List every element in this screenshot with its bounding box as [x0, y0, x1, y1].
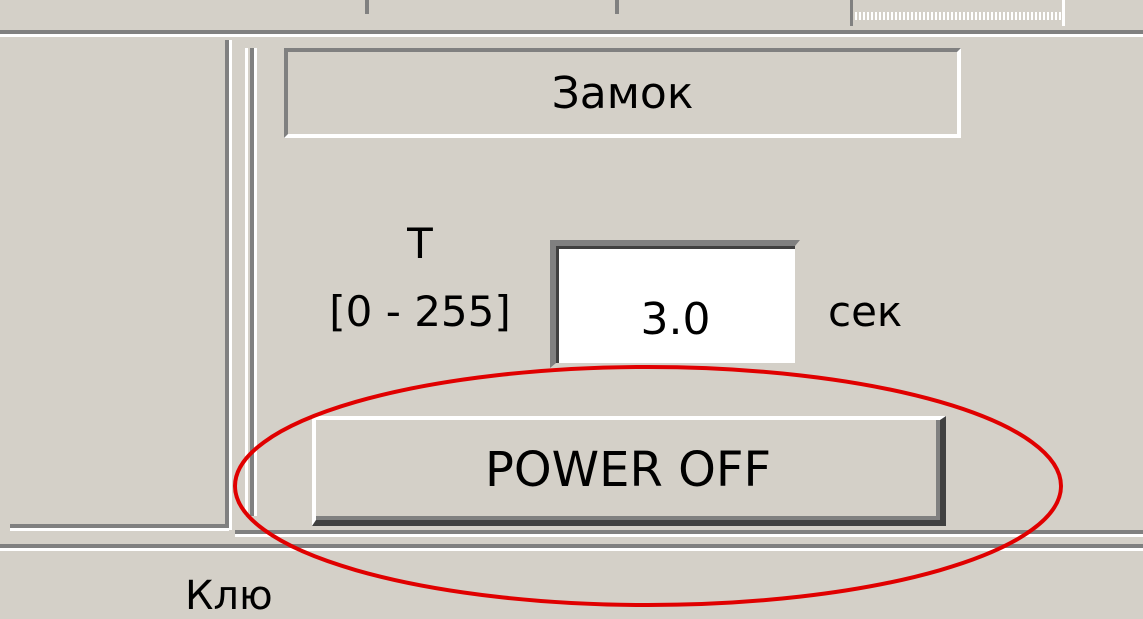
bottom-panel-title: Клю: [185, 573, 273, 619]
group-frame-left-highlight: [245, 48, 248, 516]
group-frame-left-inner: [254, 48, 257, 516]
power-off-button[interactable]: POWER OFF: [312, 416, 946, 526]
bottom-panel-border-highlight: [0, 548, 1143, 551]
left-panel-bottom-highlight: [10, 528, 229, 531]
time-range-label: [0 - 255]: [329, 287, 511, 336]
top-scroll-track[interactable]: [850, 0, 1065, 26]
time-unit-label: сек: [828, 287, 903, 336]
top-divider: [615, 0, 619, 14]
left-panel-border-highlight: [229, 40, 232, 530]
top-divider: [365, 0, 369, 14]
time-label: T: [407, 219, 433, 268]
lock-title: Замок: [284, 48, 961, 138]
group-frame-bottom-highlight: [235, 534, 1143, 537]
top-separator-highlight: [0, 34, 1143, 37]
power-off-label: POWER OFF: [484, 442, 772, 498]
time-input[interactable]: [550, 240, 800, 368]
lock-title-text: Замок: [551, 67, 694, 119]
